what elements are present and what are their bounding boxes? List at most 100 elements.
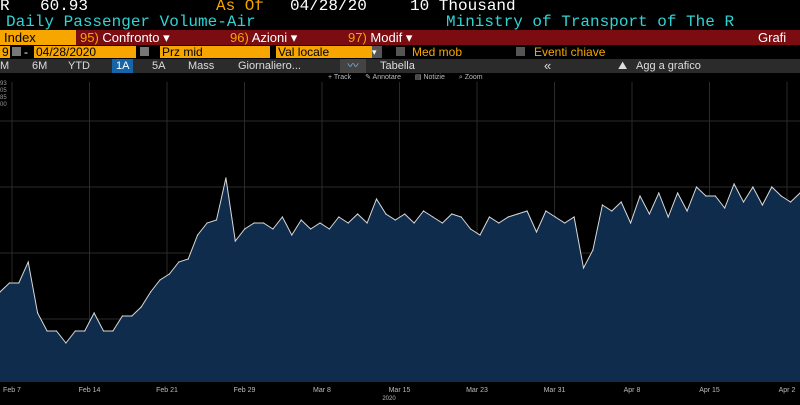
data-point — [724, 207, 726, 209]
data-point — [611, 210, 613, 212]
data-point — [592, 249, 594, 251]
data-point — [507, 216, 509, 218]
data-point — [780, 195, 782, 197]
index-button[interactable]: Index — [0, 30, 76, 45]
line-chart-icon[interactable]: 〰 — [340, 59, 366, 73]
track-label: Track — [333, 74, 352, 81]
price-field-select[interactable]: Prz mid — [160, 46, 270, 58]
x-axis-label: 2020 — [382, 396, 396, 400]
data-point — [714, 195, 716, 197]
x-tick-label: Mar 15 — [389, 387, 411, 394]
data-point — [178, 261, 180, 263]
chart-area[interactable]: Feb 7 Feb 14 Feb 21 Feb 29 Mar 8 Mar 15 Mar 23… — [0, 82, 800, 402]
events-label: Eventi chiave — [534, 45, 606, 59]
actions-menu[interactable]: 96) Azioni ▾ — [230, 30, 340, 45]
currency-select[interactable]: Val locale — [276, 46, 372, 58]
modify-menu[interactable]: 97) Modif ▾ — [348, 30, 448, 45]
data-point — [460, 216, 462, 218]
add-to-chart-button[interactable]: Agg a grafico — [636, 59, 701, 73]
calendar-icon[interactable] — [12, 47, 21, 56]
tab-6m[interactable]: 6M — [32, 59, 47, 73]
add-chart-icon[interactable]: ⛰ — [618, 59, 627, 73]
data-point — [686, 210, 688, 212]
data-point — [432, 216, 434, 218]
tab-mass[interactable]: Mass — [188, 59, 214, 73]
data-point — [582, 267, 585, 269]
chart-menu[interactable]: Grafi — [758, 30, 800, 45]
frequency-select[interactable]: Giornaliero... — [238, 59, 301, 73]
data-point — [131, 315, 133, 317]
tab-5a[interactable]: 5A — [152, 59, 165, 73]
controls-row: 9 - 04/28/2020 Prz mid Val locale ▾ Med … — [0, 45, 800, 59]
data-point — [479, 234, 481, 236]
data-point — [648, 213, 651, 215]
x-tick-label: Mar 8 — [313, 387, 331, 394]
data-point — [394, 219, 396, 221]
actions-num: 96) — [230, 30, 249, 45]
data-point — [347, 222, 349, 224]
mov-avg-checkbox[interactable] — [396, 47, 405, 56]
data-point — [488, 216, 491, 218]
data-point — [629, 222, 632, 224]
tab-m[interactable]: M — [0, 59, 9, 73]
compare-label: Confronto — [102, 30, 160, 45]
toolbar-news[interactable]: ▤ Notizie — [415, 74, 451, 81]
source-label: Ministry of Transport of The R — [446, 13, 735, 31]
events-checkbox[interactable] — [516, 47, 525, 56]
data-point — [441, 222, 443, 224]
data-point — [197, 234, 199, 236]
data-point — [789, 201, 792, 203]
data-point — [564, 222, 566, 224]
data-point — [27, 261, 29, 263]
data-point — [573, 216, 575, 218]
data-point — [262, 222, 265, 224]
data-point — [281, 216, 283, 218]
data-point — [404, 213, 406, 215]
data-point — [140, 306, 142, 308]
data-point — [639, 195, 641, 197]
index-label: Index — [4, 30, 36, 45]
data-point — [535, 231, 538, 233]
data-point — [413, 222, 415, 224]
as-of-date: 04/28/20 — [290, 0, 367, 15]
line-chart[interactable]: Feb 7 Feb 14 Feb 21 Feb 29 Mar 8 Mar 15 Mar 23… — [0, 82, 800, 402]
data-point — [37, 312, 39, 314]
last-value: 60.93 — [40, 0, 89, 15]
data-point — [695, 186, 698, 188]
toolbar-track[interactable]: + Track — [328, 74, 357, 81]
data-point — [149, 291, 152, 293]
tab-table[interactable]: Tabella — [380, 59, 415, 73]
compare-menu[interactable]: 95) Confronto ▾ — [80, 30, 222, 45]
x-tick-label: Feb 14 — [79, 387, 101, 394]
data-point — [319, 222, 321, 224]
as-of-label: As Of — [216, 0, 265, 15]
data-point — [18, 282, 20, 284]
x-tick-label: Feb 7 — [3, 387, 21, 394]
data-point — [667, 216, 669, 218]
series-title: Daily Passenger Volume-Air — [6, 13, 256, 31]
start-date-field[interactable]: 9 — [0, 46, 10, 58]
chevron-down-icon[interactable]: ▾ — [372, 46, 382, 58]
calendar-icon[interactable] — [140, 47, 149, 56]
data-point — [225, 177, 227, 179]
data-point — [498, 222, 500, 224]
toolbar-annotate[interactable]: ✎ Annotare — [365, 74, 407, 81]
date-separator: - — [24, 45, 28, 59]
data-point — [159, 279, 161, 281]
x-tick-label: Feb 21 — [156, 387, 178, 394]
actions-label: Azioni — [251, 30, 288, 45]
x-tick-label: Mar 23 — [466, 387, 488, 394]
data-point — [93, 312, 95, 314]
data-point — [658, 192, 660, 194]
end-date-field[interactable]: 04/28/2020 — [34, 46, 136, 58]
collapse-icon[interactable]: « — [544, 59, 551, 73]
units-label: 10 Thousand — [410, 0, 516, 15]
toolbar-zoom[interactable]: ⌕ Zoom — [459, 74, 489, 81]
tab-1a[interactable]: 1A — [112, 59, 134, 73]
chevron-down-icon: ▾ — [405, 30, 413, 45]
data-point — [526, 210, 528, 212]
chevron-down-icon: ▾ — [290, 30, 298, 45]
data-point — [733, 183, 735, 185]
tab-ytd[interactable]: YTD — [68, 59, 90, 73]
data-point — [366, 222, 368, 224]
